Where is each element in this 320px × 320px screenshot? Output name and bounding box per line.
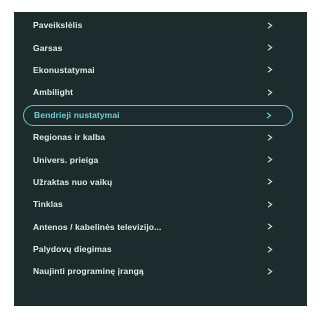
menu-item-label: Bendrieji nustatymai xyxy=(34,110,120,121)
chevron-right-icon xyxy=(266,66,274,74)
chevron-right-icon xyxy=(266,21,274,29)
settings-menu-list: Paveikslėlis Garsas Ekonustatymai Ambili… xyxy=(14,14,307,283)
menu-item-ambilight[interactable]: Ambilight xyxy=(14,81,307,103)
menu-item-label: Univers. prieiga xyxy=(33,154,99,165)
menu-item-eco-settings[interactable]: Ekonustatymai xyxy=(14,59,307,81)
chevron-right-icon xyxy=(266,245,274,253)
menu-item-label: Palydovų diegimas xyxy=(33,244,112,255)
chevron-right-icon xyxy=(266,133,274,141)
chevron-right-icon xyxy=(266,156,274,164)
menu-item-label: Naujinti programinę įrangą xyxy=(33,266,144,277)
menu-item-universal-access[interactable]: Univers. prieiga xyxy=(14,148,307,170)
menu-item-label: Tinklas xyxy=(33,199,63,210)
chevron-right-icon xyxy=(266,178,274,186)
menu-item-child-lock[interactable]: Užraktas nuo vaikų xyxy=(14,171,307,193)
chevron-right-icon xyxy=(266,88,274,96)
settings-menu-panel: Paveikslėlis Garsas Ekonustatymai Ambili… xyxy=(14,12,307,306)
menu-item-general-settings[interactable]: Bendrieji nustatymai xyxy=(23,104,293,126)
chevron-right-icon xyxy=(266,44,274,52)
chevron-right-icon xyxy=(266,200,274,208)
menu-item-label: Užraktas nuo vaikų xyxy=(33,176,113,187)
menu-item-picture[interactable]: Paveikslėlis xyxy=(14,14,307,36)
menu-item-label: Regionas ir kalba xyxy=(33,132,106,143)
menu-item-label: Ambilight xyxy=(33,87,74,98)
menu-item-update-software[interactable]: Naujinti programinę įrangą xyxy=(14,260,307,282)
chevron-right-icon xyxy=(266,223,274,231)
menu-item-label: Ekonustatymai xyxy=(33,64,95,75)
menu-item-label: Antenos / kabelinės televizijo... xyxy=(33,221,162,232)
menu-item-label: Paveikslėlis xyxy=(33,20,83,31)
menu-item-network[interactable]: Tinklas xyxy=(14,193,307,215)
chevron-right-icon xyxy=(265,111,273,119)
menu-item-satellite-installation[interactable]: Palydovų diegimas xyxy=(14,238,307,260)
menu-item-sound[interactable]: Garsas xyxy=(14,36,307,58)
menu-item-label: Garsas xyxy=(33,42,63,53)
chevron-right-icon xyxy=(266,267,274,275)
menu-item-antenna-cable-installation[interactable]: Antenos / kabelinės televizijo... xyxy=(14,216,307,238)
menu-item-region-language[interactable]: Regionas ir kalba xyxy=(14,126,307,148)
